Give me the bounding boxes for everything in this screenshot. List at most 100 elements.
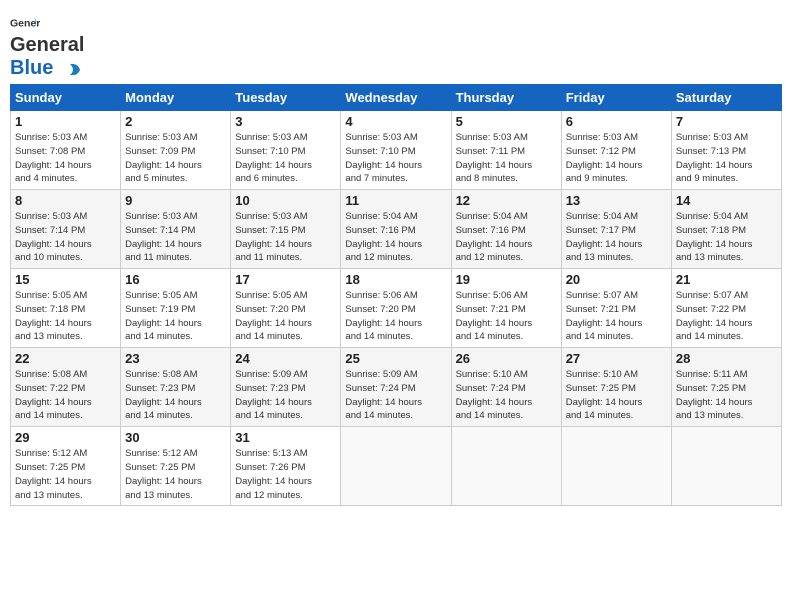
calendar-cell: 14 Sunrise: 5:04 AM Sunset: 7:18 PM Dayl… bbox=[671, 190, 781, 269]
day-number: 16 bbox=[125, 272, 226, 287]
calendar-cell: 4 Sunrise: 5:03 AM Sunset: 7:10 PM Dayli… bbox=[341, 111, 451, 190]
day-number: 11 bbox=[345, 193, 446, 208]
day-number: 13 bbox=[566, 193, 667, 208]
calendar-body: 1 Sunrise: 5:03 AM Sunset: 7:08 PM Dayli… bbox=[11, 111, 782, 506]
day-info: Sunrise: 5:09 AM Sunset: 7:23 PM Dayligh… bbox=[235, 369, 312, 421]
day-info: Sunrise: 5:13 AM Sunset: 7:26 PM Dayligh… bbox=[235, 448, 312, 500]
calendar-cell: 31 Sunrise: 5:13 AM Sunset: 7:26 PM Dayl… bbox=[231, 427, 341, 506]
day-info: Sunrise: 5:05 AM Sunset: 7:18 PM Dayligh… bbox=[15, 290, 92, 342]
day-info: Sunrise: 5:04 AM Sunset: 7:16 PM Dayligh… bbox=[456, 211, 533, 263]
calendar-cell bbox=[341, 427, 451, 506]
day-info: Sunrise: 5:05 AM Sunset: 7:20 PM Dayligh… bbox=[235, 290, 312, 342]
day-info: Sunrise: 5:11 AM Sunset: 7:25 PM Dayligh… bbox=[676, 369, 753, 421]
calendar-cell: 13 Sunrise: 5:04 AM Sunset: 7:17 PM Dayl… bbox=[561, 190, 671, 269]
day-number: 20 bbox=[566, 272, 667, 287]
calendar-cell: 30 Sunrise: 5:12 AM Sunset: 7:25 PM Dayl… bbox=[121, 427, 231, 506]
day-number: 25 bbox=[345, 351, 446, 366]
day-info: Sunrise: 5:03 AM Sunset: 7:10 PM Dayligh… bbox=[345, 132, 422, 184]
calendar-cell: 2 Sunrise: 5:03 AM Sunset: 7:09 PM Dayli… bbox=[121, 111, 231, 190]
day-info: Sunrise: 5:07 AM Sunset: 7:22 PM Dayligh… bbox=[676, 290, 753, 342]
day-number: 28 bbox=[676, 351, 777, 366]
day-number: 3 bbox=[235, 114, 336, 129]
day-number: 29 bbox=[15, 430, 116, 445]
calendar-cell: 18 Sunrise: 5:06 AM Sunset: 7:20 PM Dayl… bbox=[341, 269, 451, 348]
calendar-cell: 21 Sunrise: 5:07 AM Sunset: 7:22 PM Dayl… bbox=[671, 269, 781, 348]
calendar-cell: 25 Sunrise: 5:09 AM Sunset: 7:24 PM Dayl… bbox=[341, 348, 451, 427]
day-info: Sunrise: 5:05 AM Sunset: 7:19 PM Dayligh… bbox=[125, 290, 202, 342]
weekday-header-tuesday: Tuesday bbox=[231, 85, 341, 111]
day-info: Sunrise: 5:10 AM Sunset: 7:24 PM Dayligh… bbox=[456, 369, 533, 421]
day-number: 21 bbox=[676, 272, 777, 287]
day-info: Sunrise: 5:10 AM Sunset: 7:25 PM Dayligh… bbox=[566, 369, 643, 421]
day-info: Sunrise: 5:03 AM Sunset: 7:14 PM Dayligh… bbox=[125, 211, 202, 263]
calendar-cell: 15 Sunrise: 5:05 AM Sunset: 7:18 PM Dayl… bbox=[11, 269, 121, 348]
day-info: Sunrise: 5:03 AM Sunset: 7:13 PM Dayligh… bbox=[676, 132, 753, 184]
day-info: Sunrise: 5:09 AM Sunset: 7:24 PM Dayligh… bbox=[345, 369, 422, 421]
day-number: 27 bbox=[566, 351, 667, 366]
day-number: 10 bbox=[235, 193, 336, 208]
calendar-cell: 29 Sunrise: 5:12 AM Sunset: 7:25 PM Dayl… bbox=[11, 427, 121, 506]
calendar-cell: 12 Sunrise: 5:04 AM Sunset: 7:16 PM Dayl… bbox=[451, 190, 561, 269]
calendar-cell: 17 Sunrise: 5:05 AM Sunset: 7:20 PM Dayl… bbox=[231, 269, 341, 348]
weekday-header-saturday: Saturday bbox=[671, 85, 781, 111]
calendar-cell: 19 Sunrise: 5:06 AM Sunset: 7:21 PM Dayl… bbox=[451, 269, 561, 348]
calendar-cell: 1 Sunrise: 5:03 AM Sunset: 7:08 PM Dayli… bbox=[11, 111, 121, 190]
calendar-cell: 9 Sunrise: 5:03 AM Sunset: 7:14 PM Dayli… bbox=[121, 190, 231, 269]
weekday-header-thursday: Thursday bbox=[451, 85, 561, 111]
logo-general: General bbox=[10, 34, 84, 57]
calendar-cell: 27 Sunrise: 5:10 AM Sunset: 7:25 PM Dayl… bbox=[561, 348, 671, 427]
calendar-cell: 28 Sunrise: 5:11 AM Sunset: 7:25 PM Dayl… bbox=[671, 348, 781, 427]
calendar-cell: 24 Sunrise: 5:09 AM Sunset: 7:23 PM Dayl… bbox=[231, 348, 341, 427]
calendar-cell: 11 Sunrise: 5:04 AM Sunset: 7:16 PM Dayl… bbox=[341, 190, 451, 269]
day-number: 18 bbox=[345, 272, 446, 287]
day-number: 4 bbox=[345, 114, 446, 129]
day-number: 8 bbox=[15, 193, 116, 208]
calendar-cell: 22 Sunrise: 5:08 AM Sunset: 7:22 PM Dayl… bbox=[11, 348, 121, 427]
calendar-week-row: 22 Sunrise: 5:08 AM Sunset: 7:22 PM Dayl… bbox=[11, 348, 782, 427]
day-info: Sunrise: 5:12 AM Sunset: 7:25 PM Dayligh… bbox=[15, 448, 92, 500]
day-number: 1 bbox=[15, 114, 116, 129]
day-number: 7 bbox=[676, 114, 777, 129]
day-info: Sunrise: 5:12 AM Sunset: 7:25 PM Dayligh… bbox=[125, 448, 202, 500]
day-info: Sunrise: 5:06 AM Sunset: 7:21 PM Dayligh… bbox=[456, 290, 533, 342]
day-number: 31 bbox=[235, 430, 336, 445]
weekday-header-monday: Monday bbox=[121, 85, 231, 111]
calendar-cell: 16 Sunrise: 5:05 AM Sunset: 7:19 PM Dayl… bbox=[121, 269, 231, 348]
day-info: Sunrise: 5:07 AM Sunset: 7:21 PM Dayligh… bbox=[566, 290, 643, 342]
calendar-week-row: 29 Sunrise: 5:12 AM Sunset: 7:25 PM Dayl… bbox=[11, 427, 782, 506]
page-header: General General Blue bbox=[10, 10, 782, 80]
weekday-header-friday: Friday bbox=[561, 85, 671, 111]
day-info: Sunrise: 5:04 AM Sunset: 7:18 PM Dayligh… bbox=[676, 211, 753, 263]
calendar-cell bbox=[561, 427, 671, 506]
weekday-header-row: SundayMondayTuesdayWednesdayThursdayFrid… bbox=[11, 85, 782, 111]
day-number: 23 bbox=[125, 351, 226, 366]
calendar-week-row: 8 Sunrise: 5:03 AM Sunset: 7:14 PM Dayli… bbox=[11, 190, 782, 269]
calendar-cell bbox=[451, 427, 561, 506]
day-number: 30 bbox=[125, 430, 226, 445]
day-info: Sunrise: 5:03 AM Sunset: 7:12 PM Dayligh… bbox=[566, 132, 643, 184]
calendar-cell: 5 Sunrise: 5:03 AM Sunset: 7:11 PM Dayli… bbox=[451, 111, 561, 190]
day-number: 24 bbox=[235, 351, 336, 366]
day-info: Sunrise: 5:08 AM Sunset: 7:23 PM Dayligh… bbox=[125, 369, 202, 421]
day-info: Sunrise: 5:04 AM Sunset: 7:16 PM Dayligh… bbox=[345, 211, 422, 263]
logo-blue: Blue bbox=[10, 57, 53, 79]
logo: General General Blue bbox=[10, 16, 84, 80]
calendar-cell bbox=[671, 427, 781, 506]
calendar-table: SundayMondayTuesdayWednesdayThursdayFrid… bbox=[10, 84, 782, 506]
day-number: 26 bbox=[456, 351, 557, 366]
calendar-cell: 8 Sunrise: 5:03 AM Sunset: 7:14 PM Dayli… bbox=[11, 190, 121, 269]
weekday-header-wednesday: Wednesday bbox=[341, 85, 451, 111]
day-number: 15 bbox=[15, 272, 116, 287]
day-number: 17 bbox=[235, 272, 336, 287]
day-info: Sunrise: 5:08 AM Sunset: 7:22 PM Dayligh… bbox=[15, 369, 92, 421]
day-info: Sunrise: 5:03 AM Sunset: 7:11 PM Dayligh… bbox=[456, 132, 533, 184]
day-info: Sunrise: 5:03 AM Sunset: 7:09 PM Dayligh… bbox=[125, 132, 202, 184]
calendar-cell: 10 Sunrise: 5:03 AM Sunset: 7:15 PM Dayl… bbox=[231, 190, 341, 269]
weekday-header-sunday: Sunday bbox=[11, 85, 121, 111]
day-number: 5 bbox=[456, 114, 557, 129]
day-info: Sunrise: 5:04 AM Sunset: 7:17 PM Dayligh… bbox=[566, 211, 643, 263]
day-info: Sunrise: 5:03 AM Sunset: 7:10 PM Dayligh… bbox=[235, 132, 312, 184]
day-number: 9 bbox=[125, 193, 226, 208]
day-number: 6 bbox=[566, 114, 667, 129]
calendar-week-row: 1 Sunrise: 5:03 AM Sunset: 7:08 PM Dayli… bbox=[11, 111, 782, 190]
